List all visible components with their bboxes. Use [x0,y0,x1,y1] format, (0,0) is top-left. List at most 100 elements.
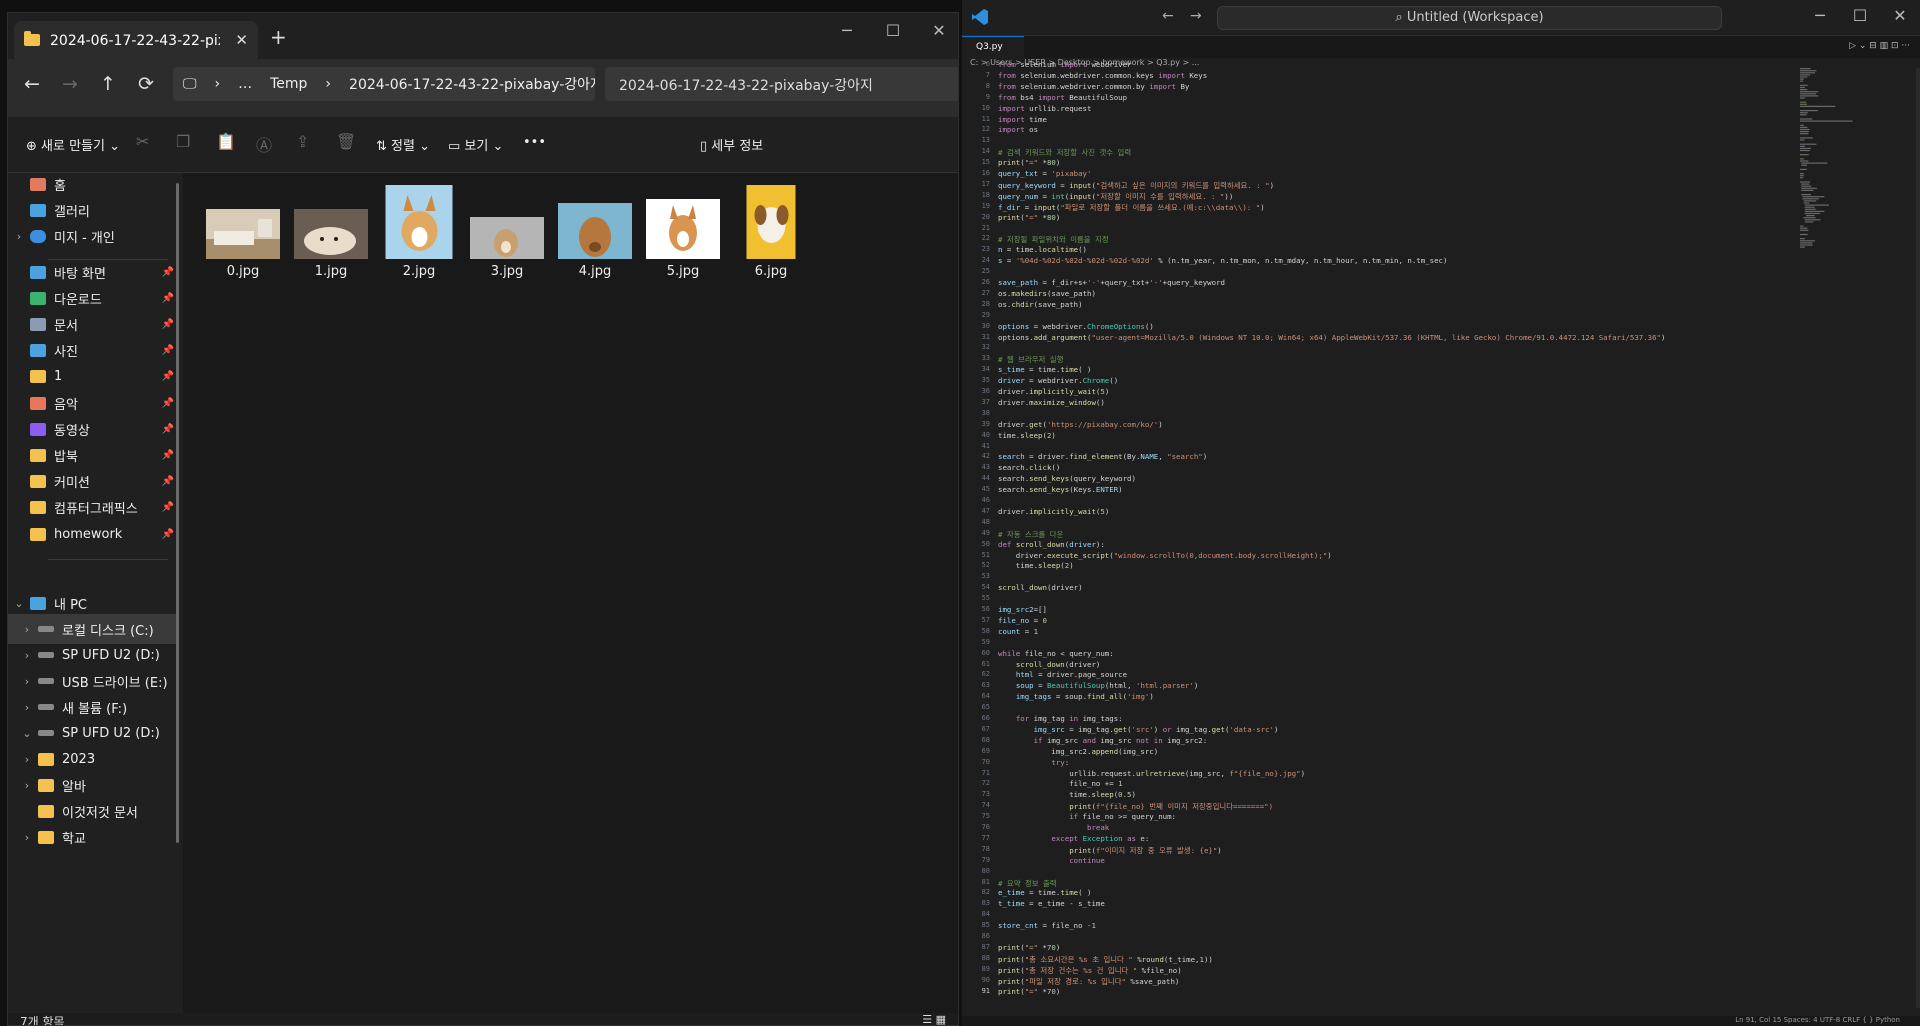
code-line[interactable]: if file_no >= query_num: [998,812,1176,821]
code-line[interactable]: # 자동 스크롤 다운 [998,529,1063,540]
code-line[interactable]: break [998,823,1109,832]
cut-icon[interactable]: ✂ [136,132,149,151]
code-line[interactable]: n = time.localtime() [998,245,1087,254]
chevron-icon[interactable]: › [16,701,38,714]
editor-tab[interactable]: Q3.py [962,36,1024,58]
code-line[interactable]: # 검색 키워드와 저장할 사진 갯수 입력 [998,147,1131,158]
code-line[interactable]: print("파일 저장 경로: %s 입니다" %save_path) [998,976,1179,987]
close-icon[interactable]: ✕ [1880,6,1920,25]
code-line[interactable]: print("총 소요시간은 %s 초 입니다 " %round(t_time,… [998,954,1213,965]
sidebar-item-drive[interactable]: › 새 볼륨 (F:) [8,692,178,722]
code-line[interactable]: img_src = img_tag.get('src') or img_tag.… [998,725,1279,734]
explorer-tab[interactable]: 2024-06-17-22-43-22-pixabay-강아지 ✕ [14,21,258,59]
new-tab-button[interactable]: + [270,25,287,49]
file-tile[interactable]: 3.jpg [457,153,557,279]
paste-icon[interactable]: 📋 [216,132,236,151]
code-line[interactable]: f_dir = input("파일로 저장할 폴더 이름을 쓰세요.(예:c:\… [998,202,1265,213]
code-line[interactable]: os.makedirs(save_path) [998,289,1096,298]
code-line[interactable]: driver = webdriver.Chrome() [998,376,1118,385]
pin-icon[interactable]: 📌 [162,267,174,278]
code-line[interactable]: # 웹 브라우저 실행 [998,354,1063,365]
code-line[interactable]: img_src2.append(img_src) [998,747,1158,756]
editor-scrollbar[interactable] [1916,68,1920,1008]
chevron-icon[interactable]: › [16,753,38,766]
code-line[interactable]: query_num = int(input("저장할 이미지 수를 입력하세요.… [998,191,1233,202]
code-line[interactable]: save_path = f_dir+s+'-'+query_txt+'-'+qu… [998,278,1225,287]
code-line[interactable]: img_tags = soup.find_all('img') [998,692,1154,701]
code-line[interactable]: print("=" *70) [998,943,1060,952]
pin-icon[interactable]: 📌 [162,424,174,435]
code-line[interactable]: import os [998,125,1038,134]
code-line[interactable]: print(f"이미지 저장 중 오류 발생: {e}") [998,845,1222,856]
sidebar-item-pinned[interactable]: homework 📌 [8,519,178,549]
code-line[interactable]: driver.implicitly_wait(5) [998,507,1109,516]
close-tab-icon[interactable]: ✕ [235,31,248,49]
code-line[interactable]: from selenium.webdriver.common.by import… [998,82,1189,91]
code-line[interactable]: from selenium import webdriver [998,60,1132,69]
minimize-icon[interactable]: ─ [824,21,870,40]
code-line[interactable]: from bs4 import BeautifulSoup [998,93,1127,102]
code-line[interactable]: if img_src and img_src not in img_src2: [998,736,1208,745]
code-line[interactable]: import time [998,115,1047,124]
view-toggle-icons[interactable]: ☰ ▦ [922,1013,946,1025]
view-button[interactable]: ▭ 보기 ⌄ [448,135,503,154]
minimize-icon[interactable]: ─ [1800,6,1840,25]
code-line[interactable]: file_no += 1 [998,779,1122,788]
file-tile[interactable]: 5.jpg [633,153,733,279]
code-line[interactable]: scroll_down(driver) [998,583,1083,592]
code-line[interactable]: while file_no < query_num: [998,649,1114,658]
code-line[interactable]: except Exception as e: [998,834,1149,843]
code-line[interactable]: search.click() [998,463,1060,472]
run-icon[interactable]: ▷ ⌄ ⊟ ▥ ⊡ ··· [1849,41,1910,51]
code-line[interactable]: driver.maximize_window() [998,398,1105,407]
code-line[interactable]: # 요약 정보 출력 [998,878,1057,889]
code-line[interactable]: search = driver.find_element(By.NAME, "s… [998,452,1207,461]
code-line[interactable]: urllib.request.urlretrieve(img_src, f"{f… [998,769,1305,778]
code-line[interactable]: print(f"{file_no} 번째 이미지 저장중입니다=======") [998,801,1273,812]
code-line[interactable]: time.sleep(0.5) [998,790,1136,799]
chevron-icon[interactable]: › [16,675,38,688]
pin-icon[interactable]: 📌 [162,398,174,409]
code-line[interactable]: time.sleep(2) [998,561,1074,570]
file-tile[interactable]: 4.jpg [545,153,645,279]
code-line[interactable]: for img_tag in img_tags: [998,714,1123,723]
chevron-icon[interactable]: › [16,649,38,662]
pin-icon[interactable]: 📌 [162,293,174,304]
minimap[interactable] [1798,68,1908,268]
up-icon[interactable]: ↑ [100,73,116,95]
pin-icon[interactable]: 📌 [162,476,174,487]
code-line[interactable]: e_time = time.time( ) [998,888,1091,897]
forward-icon[interactable]: → [62,73,78,95]
address-bar[interactable]: 🖵 › … Temp › 2024-06-17-22-43-22-pixabay… [173,67,595,101]
code-line[interactable]: driver.execute_script("window.scrollTo(0… [998,551,1332,560]
file-tile[interactable]: 2.jpg [369,153,469,279]
code-line[interactable]: try: [998,758,1069,767]
pin-icon[interactable]: 📌 [162,371,174,382]
code-line[interactable]: print("=" *70) [998,987,1060,996]
back-icon[interactable]: ← [1162,8,1174,24]
close-icon[interactable]: ✕ [916,21,958,40]
code-line[interactable]: store_cnt = file_no -1 [998,921,1096,930]
code-line[interactable]: print("=" *80) [998,158,1060,167]
share-icon[interactable]: ⇪ [296,132,309,151]
chevron-icon[interactable]: › [16,831,38,844]
breadcrumb-folder[interactable]: 2024-06-17-22-43-22-pixabay-강아지 [349,74,595,94]
maximize-icon[interactable]: ☐ [1840,6,1880,25]
code-line[interactable]: query_txt = 'pixabay' [998,169,1091,178]
pin-icon[interactable]: 📌 [162,319,174,330]
code-line[interactable]: def scroll_down(driver): [998,540,1105,549]
code-line[interactable]: count = 1 [998,627,1038,636]
forward-icon[interactable]: → [1190,8,1202,24]
code-line[interactable]: driver.get('https://pixabay.com/ko/') [998,420,1163,429]
code-editor[interactable]: 6 from selenium import webdriver 7 from sel… [962,60,1920,1008]
code-line[interactable]: t_time = e_time - s_time [998,899,1105,908]
pin-icon[interactable]: 📌 [162,450,174,461]
delete-icon[interactable]: 🗑 [336,132,356,151]
refresh-icon[interactable]: ⟳ [138,73,154,95]
code-line[interactable]: query_keyword = input("검색하고 싶은 이미지의 키워드를… [998,180,1274,191]
file-tile[interactable]: 6.jpg [721,153,821,279]
code-line[interactable]: from selenium.webdriver.common.keys impo… [998,71,1207,80]
search-box[interactable]: 2024-06-17-22-43-22-pixabay-강아지 [605,67,958,101]
code-line[interactable]: print("총 저장 건수는 %s 건 입니다 " %file_no) [998,965,1182,976]
code-line[interactable]: continue [998,856,1105,865]
